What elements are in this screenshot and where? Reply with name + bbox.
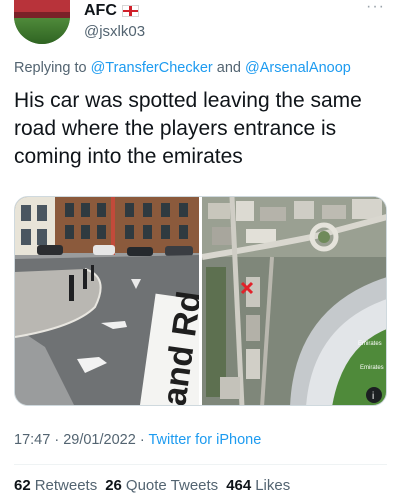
replying-to-conjunction: and (216, 60, 241, 76)
retweets-count: 62 (14, 477, 31, 494)
mention-link-arsenalanoop[interactable]: @ArsenalAnoop (245, 60, 351, 76)
name-row: AFC (84, 1, 139, 21)
quote-tweets-stat[interactable]: 26 Quote Tweets (105, 477, 218, 494)
more-options-icon[interactable]: ··· (366, 0, 385, 15)
retweets-stat[interactable]: 62 Retweets (14, 477, 97, 494)
likes-label: Likes (255, 477, 291, 494)
tweet-stats: 62 Retweets 26 Quote Tweets 464 Likes (14, 477, 290, 494)
england-flag-icon (121, 5, 139, 17)
meta-separator: · (54, 432, 60, 448)
mention-link-transferchecker[interactable]: @TransferChecker (91, 60, 213, 76)
user-handle[interactable]: @jsxlk03 (84, 23, 145, 40)
quote-tweets-count: 26 (105, 477, 122, 494)
divider (14, 464, 387, 465)
aerial-map-photo[interactable]: Emirates Emirates i (202, 197, 386, 405)
retweets-label: Retweets (34, 477, 98, 494)
meta-separator-2: · (139, 432, 145, 448)
info-icon[interactable]: i (372, 391, 374, 402)
tweet-text: His car was spotted leaving the same roa… (14, 89, 362, 168)
media-grid: and Rd Emirates Emirates i (14, 196, 387, 406)
stadium-label-lower: Emirates (360, 365, 384, 371)
likes-count: 464 (226, 477, 252, 494)
tweet-time[interactable]: 17:47 (14, 432, 50, 448)
tweet-date[interactable]: 29/01/2022 (63, 432, 136, 448)
stadium-label-upper: Emirates (358, 341, 382, 347)
street-view-photo[interactable]: and Rd (15, 197, 199, 405)
replying-to-prefix: Replying to (14, 60, 87, 76)
likes-stat[interactable]: 464 Likes (226, 477, 290, 494)
tweet-header: AFC @jsxlk03 ··· (14, 0, 389, 48)
quote-tweets-label: Quote Tweets (125, 477, 219, 494)
aerial-map-illustration: Emirates Emirates i (202, 197, 386, 405)
display-name[interactable]: AFC (84, 2, 117, 20)
avatar-pitch (14, 18, 70, 44)
street-view-illustration: and Rd (15, 197, 199, 405)
replying-to-line: Replying to @TransferChecker and @Arsena… (14, 60, 394, 76)
avatar[interactable] (14, 0, 70, 44)
tweet-source-link[interactable]: Twitter for iPhone (148, 432, 261, 448)
tweet-timestamp-line: 17:47 · 29/01/2022 · Twitter for iPhone (14, 432, 261, 448)
